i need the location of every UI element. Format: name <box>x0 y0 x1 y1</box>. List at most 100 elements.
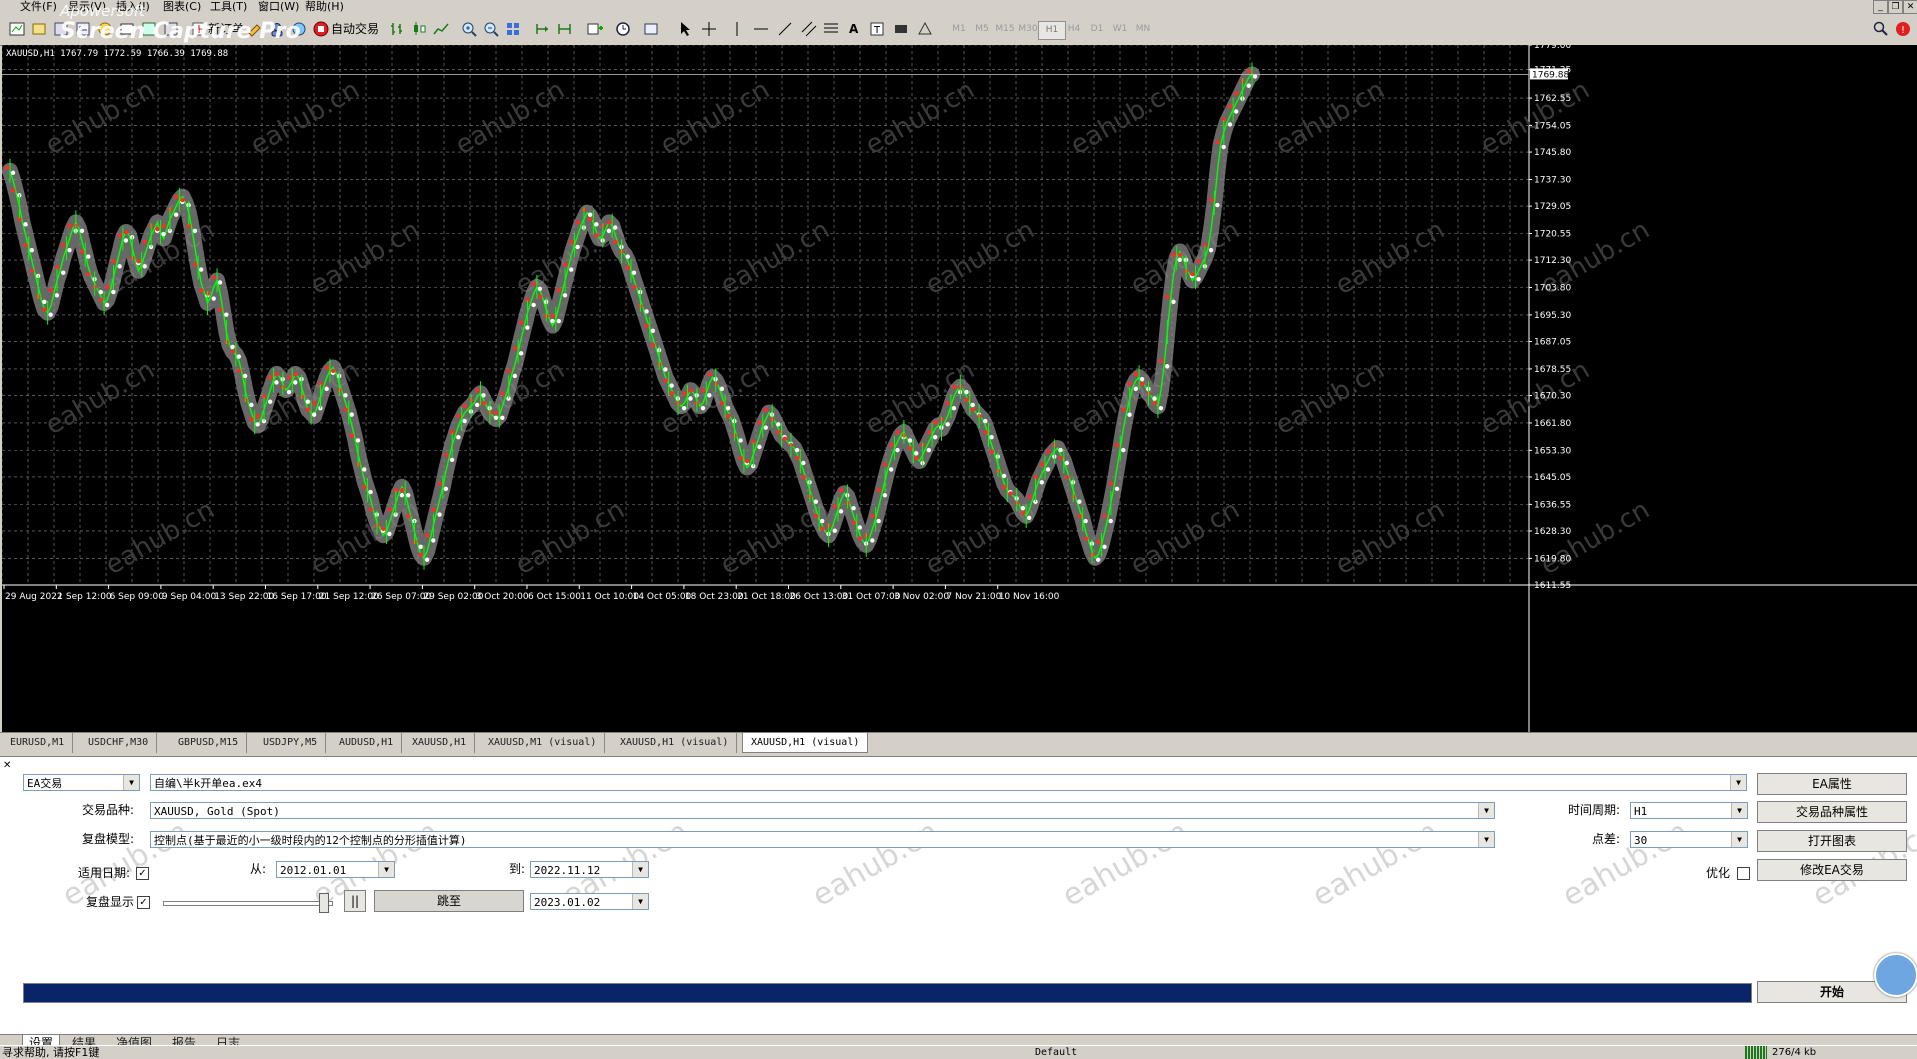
chevron-down-icon[interactable]: ▼ <box>1478 832 1494 847</box>
sell-marker <box>218 307 222 311</box>
buy-marker <box>362 467 366 471</box>
line-chart-icon[interactable] <box>432 20 450 38</box>
arrow-label-icon[interactable] <box>892 20 910 38</box>
trendline-icon[interactable] <box>776 20 794 38</box>
fibonacci-icon[interactable] <box>822 20 840 38</box>
candlestick-icon[interactable] <box>410 20 428 38</box>
model-select[interactable]: 控制点(基于最近的小一级时段内的12个控制点的分形插值计算)▼ <box>150 831 1495 848</box>
vertical-line-icon[interactable] <box>728 20 746 38</box>
text-label-icon[interactable]: T <box>868 20 886 38</box>
profiles-icon[interactable] <box>30 20 48 38</box>
chevron-down-icon[interactable]: ▼ <box>1730 775 1746 790</box>
auto-trading-icon[interactable] <box>312 20 330 38</box>
x-tick-label: 31 Oct 07:00 <box>842 592 901 602</box>
chart-canvas[interactable]: eahub.cneahub.cneahub.cneahub.cneahub.cn… <box>2 45 1917 732</box>
trade-markers-band <box>10 74 1252 557</box>
menu-help[interactable]: 帮助(H) <box>305 0 344 14</box>
chart-tab[interactable]: AUDUSD,H1 <box>331 733 402 753</box>
x-tick-label: 29 Aug 2022 <box>5 592 63 602</box>
menu-file[interactable]: 文件(F) <box>20 0 57 14</box>
new-chart-icon[interactable] <box>8 20 26 38</box>
buy-marker <box>1171 300 1175 304</box>
open-chart-button[interactable]: 打开图表 <box>1757 830 1907 852</box>
auto-scroll-icon[interactable] <box>556 20 574 38</box>
chart-shift-icon[interactable] <box>534 20 552 38</box>
chart-tab[interactable]: GBPUSD,M15 <box>170 733 247 753</box>
spread-select[interactable]: 30▼ <box>1630 831 1748 848</box>
chevron-down-icon[interactable]: ▼ <box>123 775 139 790</box>
templates-icon[interactable] <box>642 20 660 38</box>
chart-tab[interactable]: EURUSD,M1 <box>2 733 73 753</box>
buy-marker <box>663 367 667 371</box>
symbol-select[interactable]: XAUUSD, Gold (Spot)▼ <box>150 802 1495 819</box>
sell-marker <box>933 420 937 424</box>
chevron-down-icon[interactable]: ▼ <box>632 894 648 909</box>
cursor-icon[interactable] <box>676 20 694 38</box>
shapes-icon[interactable] <box>916 20 934 38</box>
horizontal-line-icon[interactable] <box>752 20 770 38</box>
ea-type-select[interactable]: EA交易▼ <box>23 774 140 791</box>
sell-marker <box>180 198 184 202</box>
channel-icon[interactable] <box>800 20 818 38</box>
buy-marker <box>1096 558 1100 562</box>
close-icon[interactable]: ✕ <box>1903 0 1917 14</box>
symbol-properties-button[interactable]: 交易品种属性 <box>1757 801 1907 823</box>
speed-slider-thumb[interactable] <box>319 893 329 913</box>
sell-marker <box>1172 253 1176 257</box>
ea-file-select[interactable]: 自编\半k开单ea.ex4▼ <box>150 774 1747 791</box>
sell-marker <box>381 527 385 531</box>
zoom-out-icon[interactable] <box>482 20 500 38</box>
y-tick-label: 1636.55 <box>1534 500 1571 510</box>
jump-date-input[interactable]: 2023.01.02▼ <box>530 893 649 910</box>
periods-clock-icon[interactable] <box>614 20 632 38</box>
to-date-input[interactable]: 2022.11.12▼ <box>530 861 649 878</box>
sell-marker <box>1140 382 1144 386</box>
chevron-down-icon[interactable]: ▼ <box>378 862 394 877</box>
assistant-bubble-icon[interactable] <box>1874 953 1917 997</box>
speed-slider-track[interactable] <box>163 901 333 906</box>
auto-trading-button[interactable]: 自动交易 <box>331 20 379 38</box>
zoom-in-icon[interactable] <box>460 20 478 38</box>
buy-marker <box>255 422 259 426</box>
sell-marker <box>1096 540 1100 544</box>
pause-button[interactable]: || <box>344 890 366 912</box>
sell-marker <box>908 446 912 450</box>
chart-tab[interactable]: USDCHF,M30 <box>80 733 157 753</box>
chevron-down-icon[interactable]: ▼ <box>1731 832 1747 847</box>
chevron-down-icon[interactable]: ▼ <box>1478 803 1494 818</box>
indicators-icon[interactable] <box>586 20 604 38</box>
text-tool-icon[interactable]: A <box>849 20 858 38</box>
buy-marker <box>563 293 567 297</box>
chart-tab[interactable]: USDJPY,M5 <box>255 733 326 753</box>
chart-tab[interactable]: XAUUSD,H1 <box>404 733 475 753</box>
chart-tab[interactable]: XAUUSD,M1 (visual) <box>480 733 605 753</box>
ea-properties-button[interactable]: EA属性 <box>1757 773 1907 795</box>
timeframe-mn[interactable]: MN <box>1130 21 1156 38</box>
bar-chart-icon[interactable] <box>388 20 406 38</box>
chart-tab[interactable]: XAUUSD,H1 (visual) <box>612 733 737 753</box>
price-chart[interactable]: eahub.cneahub.cneahub.cneahub.cneahub.cn… <box>2 45 1917 732</box>
chevron-down-icon[interactable]: ▼ <box>1731 803 1747 818</box>
from-date-input[interactable]: 2012.01.01▼ <box>276 861 395 878</box>
tile-windows-icon[interactable] <box>504 20 522 38</box>
minimize-icon[interactable]: _ <box>1873 0 1888 14</box>
visual-mode-checkbox[interactable]: ✓ <box>137 896 150 909</box>
chart-tab-active[interactable]: XAUUSD,H1 (visual) <box>742 733 868 753</box>
jump-to-button[interactable]: 跳至 <box>374 890 524 912</box>
buy-marker <box>23 222 27 226</box>
use-date-checkbox[interactable]: ✓ <box>136 867 149 880</box>
search-icon[interactable] <box>1872 20 1890 38</box>
sell-marker <box>576 220 580 224</box>
modify-ea-button[interactable]: 修改EA交易 <box>1757 859 1907 881</box>
buy-marker <box>1134 387 1138 391</box>
optimize-checkbox[interactable] <box>1737 867 1750 880</box>
chevron-down-icon[interactable]: ▼ <box>632 862 648 877</box>
buy-marker <box>1121 448 1125 452</box>
close-panel-icon[interactable]: ✕ <box>3 760 11 771</box>
notification-icon[interactable]: ! <box>1894 20 1912 38</box>
x-tick-label: 29 Sep 02:00 <box>423 592 483 602</box>
period-select[interactable]: H1▼ <box>1630 802 1748 819</box>
crosshair-icon[interactable] <box>700 20 718 38</box>
restore-icon[interactable]: ❐ <box>1888 0 1903 14</box>
sell-marker <box>1134 372 1138 376</box>
